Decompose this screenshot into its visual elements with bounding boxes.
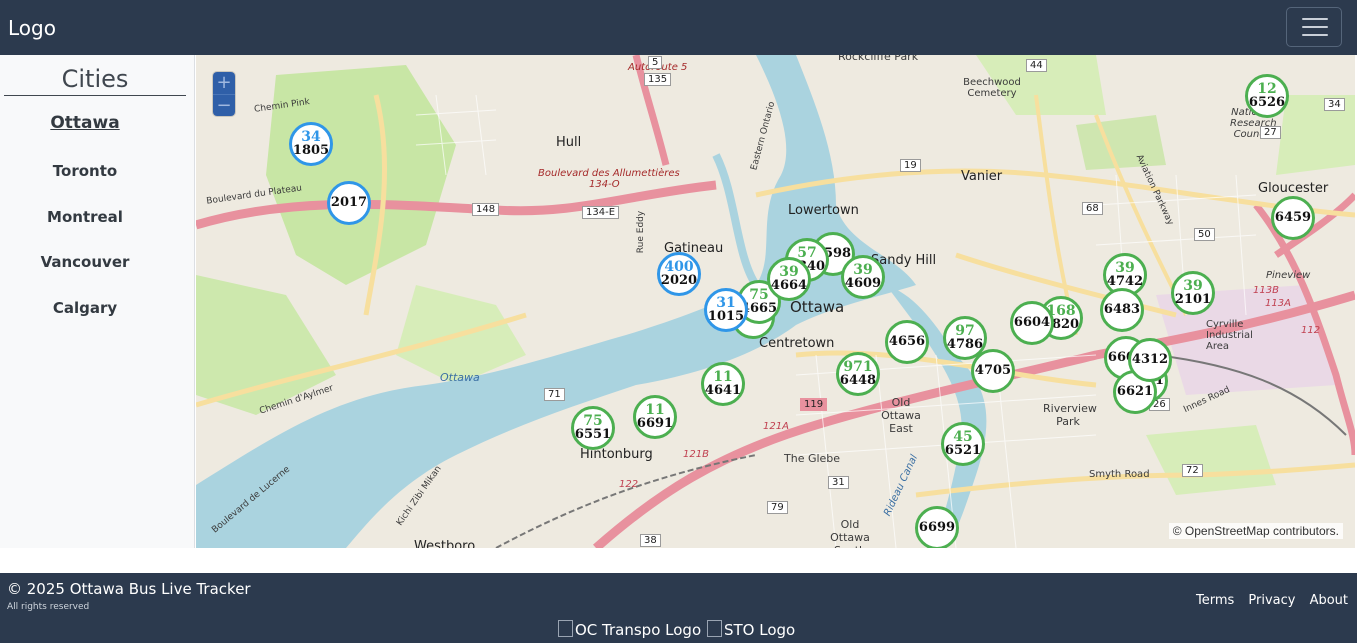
map-label: The Glebe [784,452,841,465]
road-shield: 121B [683,449,709,460]
zoom-control: + − [213,72,235,116]
privacy-link[interactable]: Privacy [1248,593,1295,608]
bus-marker[interactable]: 45 6521 [941,422,985,466]
hamburger-icon [1302,18,1328,20]
map-label: Smyth Road [1089,469,1150,480]
road-shield: 119 [800,398,828,411]
road-shield: 79 [767,501,788,514]
rights-text: All rights reserved [7,602,90,612]
bus-marker[interactable]: 6483 [1100,288,1144,332]
menu-toggle-button[interactable] [1286,7,1342,47]
city-link-vancouver[interactable]: Vancouver [0,253,170,271]
map-label: Ottawa [440,371,480,384]
road-shield: 72 [1182,464,1203,477]
city-link-montreal[interactable]: Montreal [0,208,170,226]
map-label: Cyrville Industrial Area [1206,319,1253,352]
map-label: Old Ottawa South [830,518,870,548]
bus-marker[interactable]: 31 1015 [704,288,748,332]
map-label: Riverview Park [1043,402,1097,428]
road-shield: 121A [763,421,789,432]
road-shield: 34 [1324,98,1345,111]
map-label: Rockcliffe Park [838,55,919,63]
hamburger-icon [1302,26,1328,28]
map-label: Centretown [759,336,835,351]
copyright-text: © 2025 Ottawa Bus Live Tracker [7,580,251,598]
bus-marker[interactable]: 4312 [1128,338,1172,382]
bus-marker[interactable]: 400 2020 [657,252,701,296]
city-link-toronto[interactable]: Toronto [0,162,170,180]
bus-marker[interactable]: 75 6551 [571,406,615,450]
road-shield: 5 [648,56,663,69]
road-shield: 27 [1260,126,1281,139]
bus-marker[interactable]: 11 4641 [701,362,745,406]
road-shield: 113B [1253,285,1279,296]
brand-logo[interactable]: Logo [8,16,56,40]
map-label: Ottawa [790,298,845,316]
map-label: Beechwood Cemetery [963,77,1021,99]
sto-logo: STO Logo [707,620,795,639]
bus-marker[interactable]: 11 6691 [633,395,677,439]
road-shield: 122 [619,479,639,490]
zoom-out-button[interactable]: − [213,94,235,116]
bus-marker[interactable]: 34 1805 [289,122,333,166]
hamburger-icon [1302,34,1328,36]
road-shield: 134-O [589,179,620,190]
navbar: Logo [0,0,1357,55]
bus-marker[interactable]: 6604 [1010,301,1054,345]
road-shield: 71 [544,388,565,401]
bus-marker[interactable]: 4656 [885,320,929,364]
bus-marker[interactable]: 97 4786 [943,316,987,360]
map-label: Vanier [961,169,1003,184]
bus-marker[interactable]: 2017 [327,181,371,225]
map-label: Lowertown [788,203,859,218]
footer-links: Terms Privacy About [1187,589,1348,608]
bus-marker[interactable]: 39 4609 [841,255,885,299]
road-shield: 19 [900,159,921,172]
road-shield: 44 [1026,59,1047,72]
zoom-in-button[interactable]: + [213,72,235,94]
map-label: Hull [556,135,582,150]
map-label: Gloucester [1258,181,1329,196]
city-link-calgary[interactable]: Calgary [0,299,170,317]
map-label: Westboro [414,539,476,548]
road-shield: 135 [644,73,672,86]
road-shield: 38 [640,534,661,547]
oc-transpo-logo: OC Transpo Logo [558,620,701,639]
bus-map[interactable]: Rockcliffe Park Beechwood Cemetery Vanie… [196,55,1355,548]
city-link-ottawa[interactable]: Ottawa [0,113,170,133]
road-shield: 148 [472,203,500,216]
map-attribution[interactable]: © OpenStreetMap contributors. [1168,523,1343,539]
bus-marker[interactable]: 6699 [915,506,959,548]
map-label: Boulevard des Allumettières [538,168,680,179]
bus-marker[interactable]: 39 2101 [1171,271,1215,315]
road-shield: 50 [1194,228,1215,241]
city-sidebar: Cities Ottawa Toronto Montreal Vancouver… [0,55,195,548]
footer: © 2025 Ottawa Bus Live Tracker All right… [0,573,1357,643]
sidebar-title: Cities [4,65,186,96]
bus-marker[interactable]: 6459 [1271,196,1315,240]
about-link[interactable]: About [1310,593,1348,608]
map-label: Rue Eddy [636,210,647,254]
map-label: Pineview [1266,270,1311,281]
road-shield: 31 [828,476,849,489]
bus-marker[interactable]: 971 6448 [836,352,880,396]
road-shield: 134-E [582,206,620,219]
bus-marker[interactable]: 12 6526 [1245,74,1289,118]
map-label: Old Ottawa East [881,396,921,435]
bus-marker[interactable]: 39 4664 [767,257,811,301]
terms-link[interactable]: Terms [1196,593,1234,608]
road-shield: 113A [1265,298,1291,309]
road-shield: 112 [1301,325,1321,336]
road-shield: 68 [1082,202,1103,215]
